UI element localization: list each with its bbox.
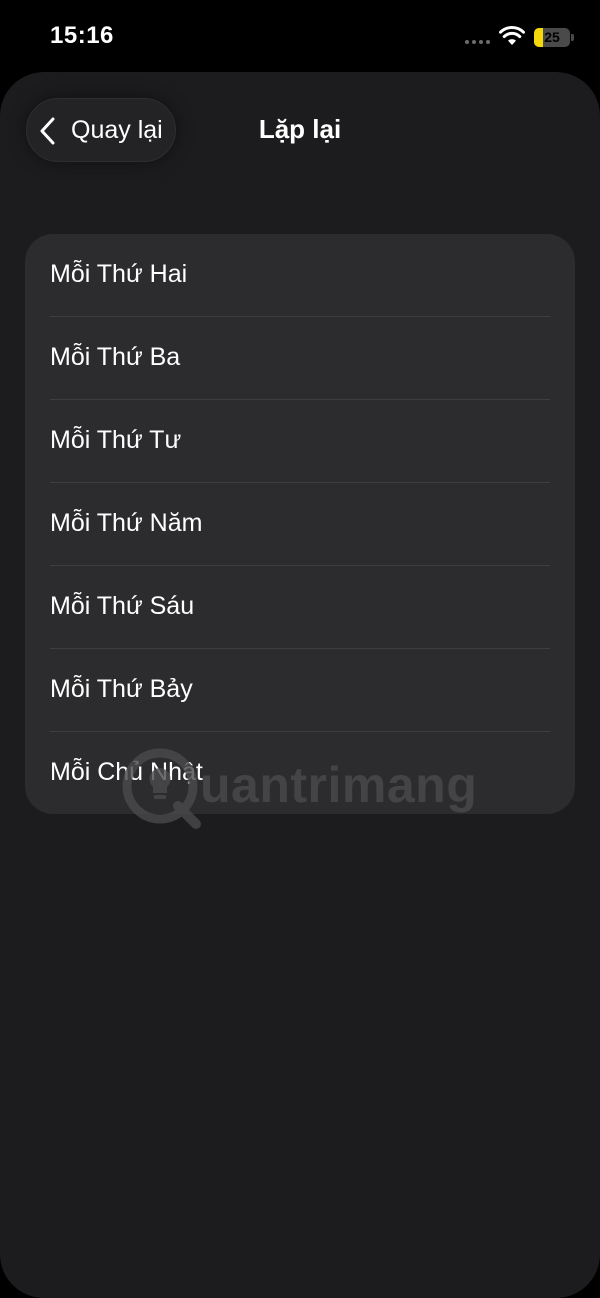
list-item-thursday[interactable]: Mỗi Thứ Năm bbox=[25, 483, 575, 566]
watermark-text: uantrimang bbox=[200, 757, 478, 813]
watermark-logo: uantrimang bbox=[118, 744, 478, 834]
battery-tip bbox=[571, 34, 574, 41]
list-item-wednesday[interactable]: Mỗi Thứ Tư bbox=[25, 400, 575, 483]
battery-icon: 25 bbox=[534, 28, 570, 47]
list-item-saturday[interactable]: Mỗi Thứ Bảy bbox=[25, 649, 575, 732]
list-item-label: Mỗi Thứ Năm bbox=[50, 509, 203, 537]
page-title: Lặp lại bbox=[258, 114, 342, 144]
list-item-monday[interactable]: Mỗi Thứ Hai bbox=[25, 234, 575, 317]
signal-dots-icon bbox=[465, 40, 493, 46]
battery-level: 25 bbox=[544, 29, 560, 45]
list-item-tuesday[interactable]: Mỗi Thứ Ba bbox=[25, 317, 575, 400]
list-item-label: Mỗi Thứ Ba bbox=[50, 343, 181, 371]
list-item-label: Mỗi Thứ Hai bbox=[50, 260, 188, 288]
phone-screen: 15:16 25 Quay lại Lặp lại Mỗi Thứ Hai Mỗ… bbox=[0, 0, 600, 1298]
list-item-label: Mỗi Thứ Bảy bbox=[50, 675, 193, 703]
repeat-sheet: Quay lại Lặp lại Mỗi Thứ Hai Mỗi Thứ Ba … bbox=[0, 72, 600, 1298]
status-bar: 15:16 25 bbox=[0, 0, 600, 72]
repeat-options-list: Mỗi Thứ Hai Mỗi Thứ Ba Mỗi Thứ Tư Mỗi Th… bbox=[25, 234, 575, 814]
lightbulb-logo-icon bbox=[122, 748, 201, 829]
list-item-label: Mỗi Thứ Sáu bbox=[50, 592, 195, 620]
status-time: 15:16 bbox=[50, 22, 114, 49]
list-item-friday[interactable]: Mỗi Thứ Sáu bbox=[25, 566, 575, 649]
list-item-label: Mỗi Thứ Tư bbox=[50, 426, 182, 454]
wifi-icon bbox=[499, 26, 525, 45]
